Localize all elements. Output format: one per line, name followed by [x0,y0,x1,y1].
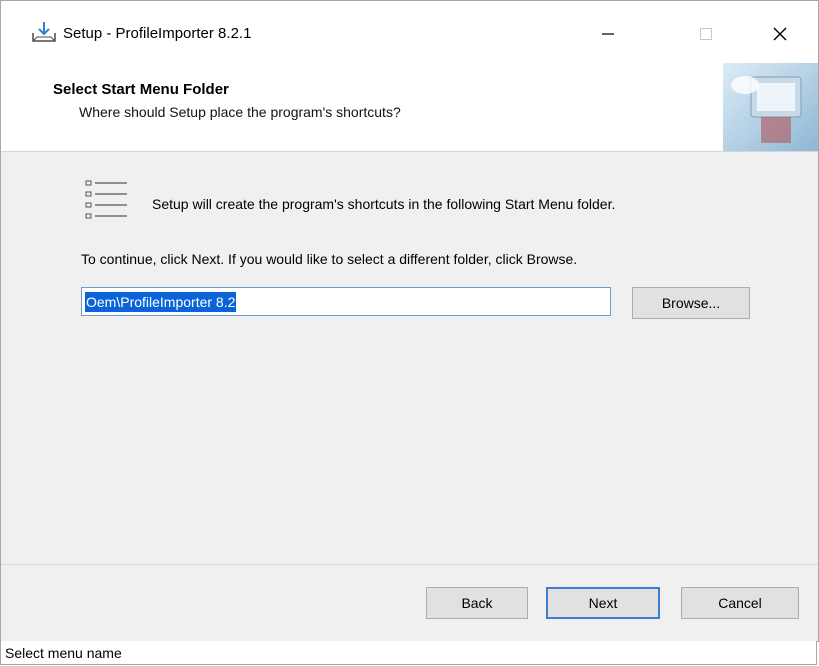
minimize-icon [602,33,614,35]
installer-download-icon [32,22,56,42]
maximize-icon [700,28,712,40]
close-button[interactable] [757,17,803,51]
maximize-button[interactable] [683,17,729,51]
page-title: Select Start Menu Folder [53,81,229,98]
setup-dialog: Setup - ProfileImporter 8.2.1 Select Sta… [0,0,819,642]
minimize-button[interactable] [585,17,631,51]
cancel-button-label: Cancel [718,595,762,611]
page-subtitle: Where should Setup place the program's s… [79,104,401,120]
wizard-header: Select Start Menu Folder Where should Se… [1,63,818,152]
browse-button-label: Browse... [661,295,721,311]
instruction-text: To continue, click Next. If you would li… [81,251,578,267]
start-menu-list-icon [85,180,127,219]
intro-text: Setup will create the program's shortcut… [152,196,616,212]
wizard-body: Setup will create the program's shortcut… [1,152,818,564]
next-button[interactable]: Next [546,587,660,619]
image-caption: Select menu name [0,641,817,665]
folder-input-value: Oem\ProfileImporter 8.2 [85,291,237,312]
close-icon [773,27,787,41]
next-button-label: Next [588,595,618,611]
back-button-label: Back [461,595,493,611]
start-menu-folder-input[interactable]: Oem\ProfileImporter 8.2 [81,287,611,316]
window-title: Setup - ProfileImporter 8.2.1 [63,25,252,42]
wizard-footer: Back Next Cancel [1,565,818,641]
back-button[interactable]: Back [426,587,528,619]
browse-button[interactable]: Browse... [632,287,750,319]
computer-setup-graphic [723,63,818,151]
cancel-button[interactable]: Cancel [681,587,799,619]
title-bar[interactable]: Setup - ProfileImporter 8.2.1 [1,1,818,63]
